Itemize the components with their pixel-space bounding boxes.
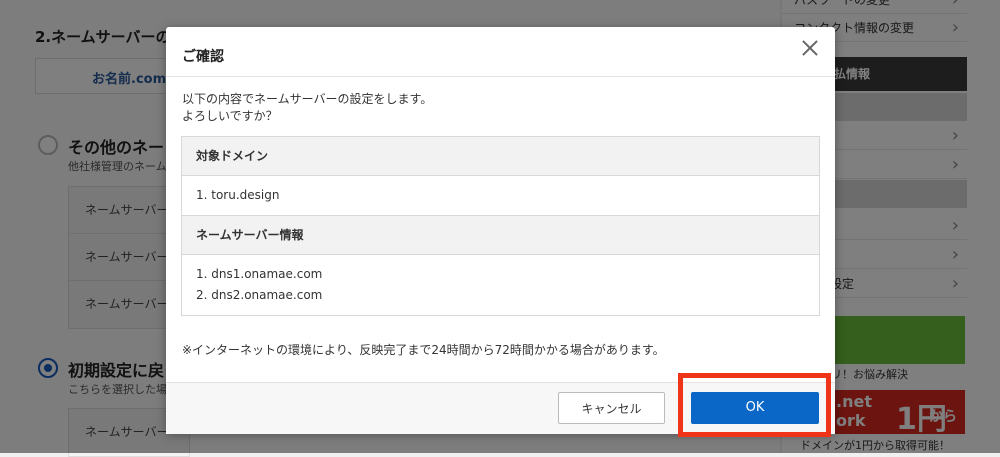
nameserver-list: 1. dns1.onamae.com 2. dns2.onamae.com xyxy=(182,255,819,315)
nameserver-header: ネームサーバー情報 xyxy=(182,216,819,255)
cancel-button[interactable]: キャンセル xyxy=(558,392,665,424)
dialog-message: 以下の内容でネームサーバーの設定をします。 よろしいですか？ xyxy=(182,91,432,125)
domain-header: 対象ドメイン xyxy=(182,137,819,176)
dialog-title: ご確認 xyxy=(182,49,224,65)
dialog-header: ご確認 xyxy=(166,27,835,77)
dialog-message-line: 以下の内容でネームサーバーの設定をします。 xyxy=(182,92,433,106)
nameserver-item: 1. dns1.onamae.com xyxy=(196,267,323,281)
close-icon[interactable] xyxy=(799,37,821,59)
domain-value: 1. toru.design xyxy=(182,176,819,216)
highlight-box xyxy=(678,373,831,437)
nameserver-item: 2. dns2.onamae.com xyxy=(196,288,323,302)
dialog-note: ※インターネットの環境により、反映完了まで24時間から72時間かかる場合がありま… xyxy=(182,343,665,357)
dialog-message-line: よろしいですか？ xyxy=(182,109,278,123)
dialog-info-table: 対象ドメイン 1. toru.design ネームサーバー情報 1. dns1.… xyxy=(181,136,820,316)
